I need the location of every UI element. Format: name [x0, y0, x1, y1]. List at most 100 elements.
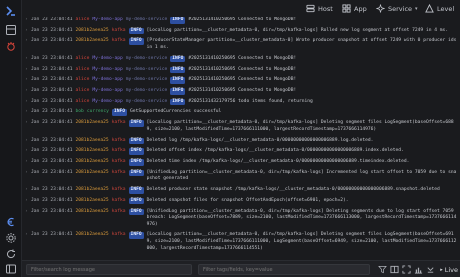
log-row[interactable]: › Jan 23 23:04:41 2081b2aeea25 kafka INFO [Pr…	[22, 38, 460, 51]
log-service[interactable]: my-demo-service	[126, 88, 168, 95]
log-app[interactable]: kafka	[112, 120, 126, 127]
log-timestamp: Jan 23 23:04:41	[31, 137, 73, 143]
log-host[interactable]: 2081b2aeea25	[76, 209, 109, 216]
log-list[interactable]: › Jan 23 23:04:41 alice My-demo-app my-demo-…	[22, 17, 460, 260]
layout-icon[interactable]	[5, 24, 17, 36]
log-host[interactable]: alice	[76, 56, 90, 63]
sidebar-toggle-icon[interactable]	[5, 263, 17, 275]
log-app[interactable]: My-demo-app	[92, 77, 122, 84]
log-level-badge: INFO	[170, 55, 186, 63]
error-icon[interactable]	[5, 40, 17, 52]
log-message: #2025131410250695 Connected to MongoDB!	[188, 66, 297, 72]
level-icon	[425, 4, 434, 13]
log-level-badge: INFO	[128, 197, 144, 205]
live-toggle[interactable]: ▸ Live	[440, 264, 458, 275]
log-host[interactable]: 2081b2aeea25	[76, 138, 109, 145]
log-host[interactable]: 2081b2aeea25	[76, 187, 109, 194]
log-service[interactable]: my-demo-service	[126, 99, 168, 106]
log-app[interactable]: kafka	[112, 187, 126, 194]
app-filter-button[interactable]: App	[342, 3, 367, 14]
log-level-badge: INFO	[128, 137, 144, 145]
log-host[interactable]: alice	[76, 88, 90, 95]
euro-icon[interactable]	[5, 216, 17, 228]
log-app[interactable]: My-demo-app	[92, 99, 122, 106]
log-service[interactable]: my-demo-service	[126, 67, 168, 74]
collapse-icon[interactable]	[426, 265, 435, 274]
log-host[interactable]: 2081b2aeea25	[76, 148, 109, 155]
log-timestamp: Jan 23 23:04:41	[31, 38, 73, 44]
log-app[interactable]: kafka	[112, 28, 126, 35]
log-app[interactable]: My-demo-app	[92, 67, 122, 74]
log-level-badge: INFO	[128, 187, 144, 194]
log-host[interactable]: bob	[76, 109, 84, 116]
chevron-down-icon: ▾	[415, 5, 418, 12]
chart-icon[interactable]	[414, 265, 423, 274]
app-logo-icon[interactable]	[5, 5, 17, 17]
log-row[interactable]: › Jan 23 23:04:41 alice My-demo-app my-demo-…	[22, 17, 460, 24]
log-app[interactable]: kafka	[112, 209, 126, 216]
log-app[interactable]: kafka	[112, 148, 126, 155]
log-row[interactable]: › Jan 23 23:04:41 bob currency INFO GetSuppor…	[22, 109, 460, 117]
log-service[interactable]: my-demo-service	[126, 17, 168, 24]
log-app[interactable]: kafka	[112, 38, 126, 45]
log-row[interactable]: › Jan 23 23:04:41 2081b2aeea25 kafka INFO Del…	[22, 137, 460, 145]
log-row[interactable]: › Jan 23 23:04:41 2081b2aeea25 kafka INFO Del…	[22, 159, 460, 166]
log-row[interactable]: › Jan 23 23:04:41 2081b2aeea25 kafka INFO Del…	[22, 197, 460, 205]
log-host[interactable]: 2081b2aeea25	[76, 28, 109, 35]
log-row[interactable]: › Jan 23 23:04:41 alice My-demo-app my-demo-…	[22, 77, 460, 84]
log-app[interactable]: kafka	[112, 170, 126, 177]
log-level-badge: INFO	[128, 159, 144, 166]
log-row[interactable]: › Jan 23 23:04:41 alice My-demo-app my-demo-…	[22, 55, 460, 63]
host-filter-button[interactable]: Host	[306, 3, 333, 14]
log-row[interactable]: › Jan 23 23:04:41 alice My-demo-app my-demo-…	[22, 88, 460, 95]
log-service[interactable]: my-demo-service	[126, 77, 168, 84]
log-timestamp: Jan 23 23:04:41	[31, 197, 73, 203]
log-level-badge: INFO	[111, 109, 128, 117]
log-host[interactable]: alice	[76, 67, 90, 74]
log-host[interactable]: alice	[76, 77, 90, 84]
columns-icon[interactable]	[390, 265, 399, 274]
log-host[interactable]: alice	[76, 17, 90, 24]
log-row[interactable]: › Jan 23 23:04:41 2081b2aeea25 kafka INFO Del…	[22, 148, 460, 155]
log-row[interactable]: › Jan 23 23:04:41 2081b2aeea25 kafka INFO [Lo…	[22, 232, 460, 252]
log-host[interactable]: 2081b2aeea25	[76, 120, 109, 127]
log-app[interactable]: My-demo-app	[92, 88, 122, 95]
grid-icon	[342, 4, 351, 13]
log-host[interactable]: 2081b2aeea25	[76, 170, 109, 177]
log-host[interactable]: alice	[76, 99, 90, 106]
refresh-icon[interactable]	[5, 248, 17, 260]
log-service[interactable]: my-demo-service	[126, 56, 168, 63]
settings-icon[interactable]	[5, 232, 17, 244]
service-icon	[376, 4, 385, 13]
log-host[interactable]: 2081b2aeea25	[76, 38, 109, 45]
log-app[interactable]: kafka	[112, 198, 126, 205]
log-timestamp: Jan 23 23:04:41	[31, 66, 73, 72]
tags-filter-input[interactable]	[198, 264, 370, 275]
play-icon: ▸	[440, 266, 443, 273]
log-timestamp: Jan 23 23:04:41	[31, 17, 73, 22]
fullscreen-icon[interactable]	[402, 265, 411, 274]
log-host[interactable]: 2081b2aeea25	[76, 198, 109, 205]
log-row[interactable]: › Jan 23 23:04:41 2081b2aeea25 kafka INFO [Un…	[22, 208, 460, 229]
log-host[interactable]: 2081b2aeea25	[76, 159, 109, 166]
host-filter-label: Host	[318, 4, 333, 13]
log-row[interactable]: › Jan 23 23:04:41 alice My-demo-app my-demo-…	[22, 98, 460, 106]
log-app[interactable]: kafka	[112, 138, 126, 145]
log-app[interactable]: My-demo-app	[92, 56, 122, 63]
log-row[interactable]: › Jan 23 23:04:41 2081b2aeea25 kafka INFO Del…	[22, 187, 460, 194]
service-filter-button[interactable]: Service ▾	[376, 3, 418, 14]
level-filter-button[interactable]: Level	[425, 3, 454, 14]
log-row[interactable]: › Jan 23 23:04:41 2081b2aeea25 kafka INFO [Lo…	[22, 27, 460, 35]
log-app[interactable]: My-demo-app	[92, 17, 122, 24]
search-input[interactable]	[26, 264, 192, 275]
log-host[interactable]: 2081b2aeea25	[76, 232, 109, 239]
filter-icon[interactable]	[378, 265, 387, 274]
log-row[interactable]: › Jan 23 23:04:41 2081b2aeea25 kafka INFO [Un…	[22, 169, 460, 183]
log-app[interactable]: kafka	[112, 232, 126, 239]
log-app[interactable]: currency	[87, 109, 109, 116]
server-icon	[306, 4, 315, 13]
log-row[interactable]: › Jan 23 23:04:41 alice My-demo-app my-demo-…	[22, 66, 460, 74]
log-app[interactable]: kafka	[112, 159, 126, 166]
log-row[interactable]: › Jan 23 23:04:41 2081b2aeea25 kafka INFO [Lo…	[22, 120, 460, 133]
level-filter-label: Level	[437, 4, 455, 13]
